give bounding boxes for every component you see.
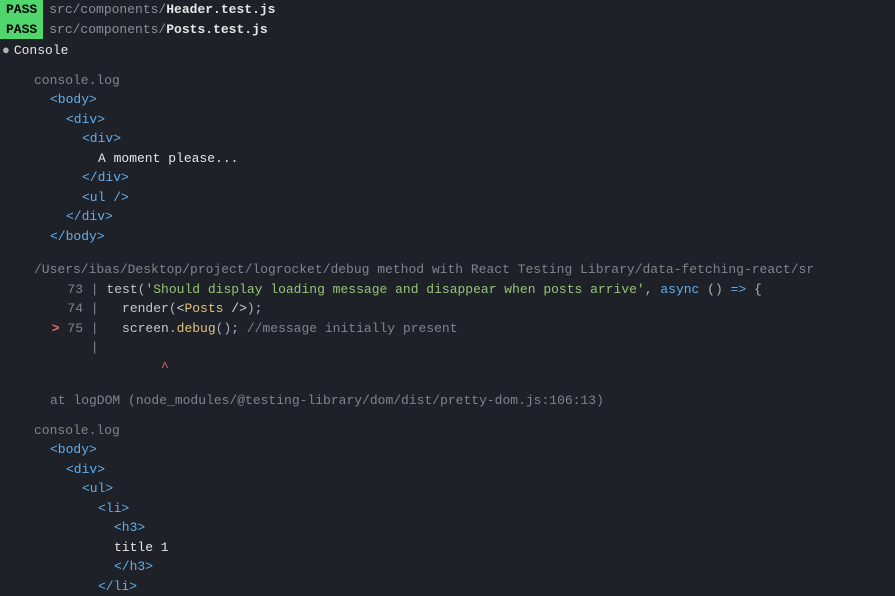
- log-line: </div>: [0, 207, 895, 227]
- file-path: src/components/Header.test.js: [49, 0, 275, 20]
- test-result-row: PASS src/components/Posts.test.js: [0, 20, 895, 40]
- log-line: <h3>: [0, 518, 895, 538]
- log-line: </body>: [0, 227, 895, 247]
- log-line: <div>: [0, 129, 895, 149]
- error-caret: ^: [0, 358, 895, 378]
- test-output: PASS src/components/Header.test.js PASS …: [0, 0, 895, 596]
- log-line: <div>: [0, 460, 895, 480]
- file-path: src/components/Posts.test.js: [49, 20, 267, 40]
- stack-trace-line: at logDOM (node_modules/@testing-library…: [0, 391, 895, 411]
- log-line: title 1: [0, 538, 895, 558]
- log-line: <div>: [0, 110, 895, 130]
- log-line: <body>: [0, 90, 895, 110]
- console-log-block: console.log <body><div><div>A moment ple…: [0, 71, 895, 247]
- log-line: </div>: [0, 168, 895, 188]
- code-line-74: 74 | render(<Posts />);: [0, 299, 895, 319]
- console-section-header: ●Console: [0, 41, 895, 61]
- log-line: </h3>: [0, 557, 895, 577]
- pass-badge: PASS: [0, 0, 43, 20]
- bullet-icon: ●: [2, 43, 10, 58]
- log-label: console.log: [0, 421, 895, 441]
- pass-badge: PASS: [0, 20, 43, 40]
- log-line: <li>: [0, 499, 895, 519]
- log-line: <ul>: [0, 479, 895, 499]
- log-line: </li>: [0, 577, 895, 596]
- log-label: console.log: [0, 71, 895, 91]
- log-line: A moment please...: [0, 149, 895, 169]
- code-line-73: 73 | test('Should display loading messag…: [0, 280, 895, 300]
- source-file-path: /Users/ibas/Desktop/project/logrocket/de…: [0, 260, 895, 280]
- console-log-block: console.log <body><div><ul><li><h3> titl…: [0, 421, 895, 596]
- code-line-blank: |: [0, 338, 895, 358]
- test-result-row: PASS src/components/Header.test.js: [0, 0, 895, 20]
- log-line: <body>: [0, 440, 895, 460]
- log-line: <ul />: [0, 188, 895, 208]
- code-line-75: > 75 | screen.debug(); //message initial…: [0, 319, 895, 339]
